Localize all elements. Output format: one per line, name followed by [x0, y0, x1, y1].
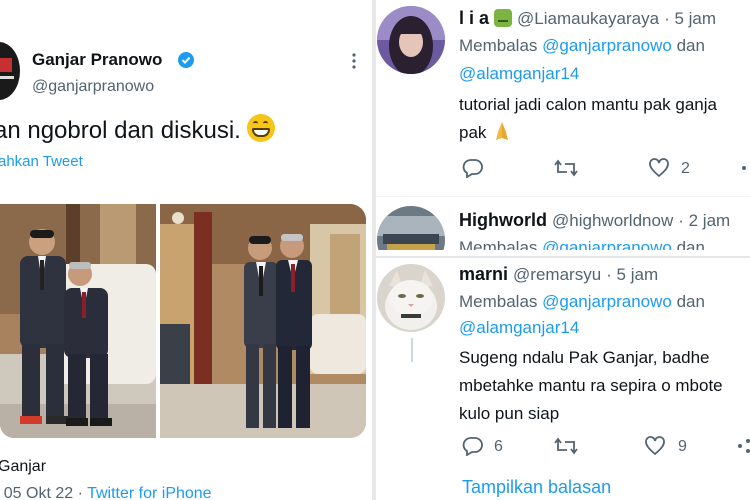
reply-divider-2: [376, 256, 750, 258]
reply-1-header: l i a @Liamaukayaraya · 5 jam: [459, 8, 716, 29]
retweet-icon[interactable]: [553, 436, 579, 456]
share-icon[interactable]: [740, 158, 750, 178]
tweet-date: · 05 Okt 22 ·: [0, 485, 88, 500]
show-replies-link[interactable]: Tampilkan balasan: [462, 477, 611, 498]
reply-2-avatar[interactable]: [377, 206, 445, 250]
mention-link[interactable]: @ganjarpranowo: [542, 36, 672, 55]
reply-3-text-line1: Sugeng ndalu Pak Ganjar, badhe: [459, 348, 710, 367]
reply-1-handle[interactable]: @Liamaukayaraya: [517, 9, 659, 28]
tweet-photo-1[interactable]: [0, 204, 156, 438]
replies-panel: l i a @Liamaukayaraya · 5 jam Membalas @…: [376, 0, 750, 500]
reply-3-text-line2: mbetahke mantu ra sepira o mbote: [459, 376, 723, 395]
reply-1-avatar[interactable]: [377, 6, 445, 74]
reply-2-handle[interactable]: @highworldnow: [552, 211, 673, 230]
reply-1-replying-to: Membalas @ganjarpranowo dan: [459, 36, 705, 56]
reply-1-text-line1: tutorial jadi calon mantu pak ganja: [459, 95, 717, 114]
reply-1-replying-to-2: @alamganjar14: [459, 64, 579, 84]
reply-3-replying-to-2: @alamganjar14: [459, 318, 579, 338]
mention-link[interactable]: @ganjarpranowo: [542, 292, 672, 311]
author-avatar[interactable]: [0, 42, 20, 100]
reply-1-text-line2-content: pak: [459, 123, 487, 142]
and-text: dan: [671, 292, 705, 311]
translate-tweet-link[interactable]: ahkan Tweet: [0, 153, 83, 170]
reply-3-header: marni @remarsyu · 5 jam: [459, 264, 658, 285]
reply-3-like-count: 9: [678, 438, 687, 455]
reply-2-clip: Highworld @highworldnow · 2 jam Membalas…: [376, 206, 750, 250]
tweet-metadata: · 05 Okt 22 · Twitter for iPhone: [0, 485, 212, 500]
zombie-emoji-icon: [494, 9, 513, 27]
reply-1-name[interactable]: l i a: [459, 8, 489, 28]
reply-2-time[interactable]: · 2 jam: [678, 211, 730, 230]
reply-2-replying-to: Membalas @ganjarpranowo dan: [459, 238, 705, 250]
like-icon[interactable]: [648, 158, 670, 178]
reply-1-text-line2: pak: [459, 119, 717, 147]
and-text: dan: [671, 36, 705, 55]
reply-1-time[interactable]: · 5 jam: [664, 9, 716, 28]
tweet-text-content: an ngobrol dan diskusi.: [0, 117, 241, 144]
reply-divider-1: [376, 196, 750, 197]
replying-prefix: Membalas: [459, 36, 543, 55]
share-icon[interactable]: [736, 436, 750, 456]
folded-hands-emoji-icon: [496, 122, 509, 140]
thread-line: [411, 338, 413, 362]
reply-3-text-line3: kulo pun siap: [459, 404, 560, 423]
tweet-text: an ngobrol dan diskusi.: [0, 114, 275, 145]
reply-3-reply-count: 6: [494, 438, 503, 455]
source-app-link[interactable]: Twitter for iPhone: [87, 485, 212, 500]
author-handle[interactable]: @ganjarpranowo: [32, 78, 154, 96]
like-icon[interactable]: [644, 436, 666, 456]
author-name[interactable]: Ganjar Pranowo: [32, 50, 162, 70]
reply-1-like-count: 2: [681, 160, 690, 177]
reply-3-time[interactable]: · 5 jam: [606, 265, 658, 284]
mention-link[interactable]: @alamganjar14: [459, 318, 579, 337]
reply-3-avatar[interactable]: [377, 264, 445, 332]
and-text: dan: [671, 238, 705, 250]
reply-1-text: tutorial jadi calon mantu pak ganja pak: [459, 91, 717, 147]
reply-3-name[interactable]: marni: [459, 264, 508, 284]
more-options-icon[interactable]: [348, 52, 360, 70]
verified-badge-icon: [178, 52, 194, 68]
reply-icon[interactable]: [462, 436, 484, 456]
mention-link[interactable]: @ganjarpranowo: [542, 238, 672, 250]
main-tweet-panel: Ganjar Pranowo @ganjarpranowo an ngobrol…: [0, 0, 372, 500]
replying-prefix: Membalas: [459, 238, 543, 250]
replying-prefix: Membalas: [459, 292, 543, 311]
reply-icon[interactable]: [462, 158, 484, 178]
tweet-photo-2[interactable]: [160, 204, 366, 438]
reply-2-name[interactable]: Highworld: [459, 210, 547, 230]
mention-link[interactable]: @alamganjar14: [459, 64, 579, 83]
retweet-icon[interactable]: [553, 158, 579, 178]
reply-3-replying-to: Membalas @ganjarpranowo dan: [459, 292, 705, 312]
reply-2-header: Highworld @highworldnow · 2 jam: [459, 210, 730, 231]
reply-3-handle[interactable]: @remarsyu: [513, 265, 601, 284]
grinning-emoji-icon: [246, 114, 275, 142]
location-tag[interactable]: Ganjar: [0, 458, 46, 476]
reply-3-text: Sugeng ndalu Pak Ganjar, badhe mbetahke …: [459, 344, 723, 428]
